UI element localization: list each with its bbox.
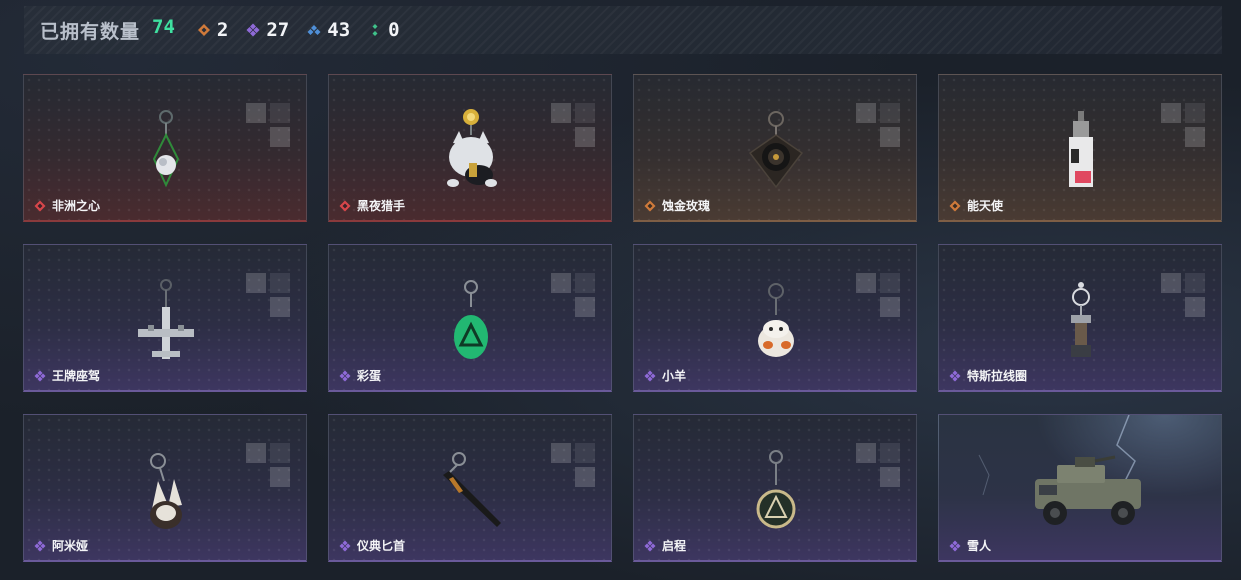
- item-name: 特斯拉线圈: [967, 369, 1028, 383]
- purple-rarity-icon: [644, 370, 656, 381]
- stat-green-count: 0: [388, 19, 400, 41]
- red-rarity-icon: [34, 200, 46, 211]
- item-name: 彩蛋: [357, 369, 382, 383]
- stat-orange: 2: [197, 19, 228, 41]
- stat-blue-count: 43: [327, 19, 351, 41]
- item-card[interactable]: 特斯拉线圈: [938, 244, 1222, 392]
- stat-blue: 43: [307, 19, 350, 41]
- item-card[interactable]: 黑夜猎手: [328, 74, 612, 222]
- orange-rarity-icon: [949, 200, 961, 211]
- item-name: 仪典匕首: [357, 539, 406, 553]
- purple-rarity-icon: [34, 370, 46, 381]
- item-name: 非洲之心: [52, 199, 101, 213]
- purple-diamond-icon: [246, 23, 260, 37]
- orange-diamond-icon: [197, 24, 210, 36]
- stat-purple: 27: [246, 19, 289, 41]
- item-card[interactable]: 能天使: [938, 74, 1222, 222]
- green-diamond-icon: [372, 24, 378, 36]
- item-grid: 非洲之心 黑夜猎手 蚀金玫瑰 能天使 王牌座驾 彩蛋 小羊 特斯拉线圈 阿米娅 …: [23, 74, 1223, 564]
- collection-summary-bar: 已拥有数量 74 2 27 43 0: [24, 6, 1222, 54]
- item-card[interactable]: 启程: [633, 414, 917, 562]
- stat-green: 0: [368, 19, 400, 41]
- purple-rarity-icon: [339, 370, 351, 381]
- collection-panel: 已拥有数量 74 2 27 43 0 非洲之心 黑夜猎手 蚀金玫瑰 能天使 王牌…: [0, 0, 1241, 580]
- owned-label: 已拥有数量: [40, 21, 141, 43]
- orange-rarity-icon: [644, 200, 656, 211]
- item-card[interactable]: 阿米娅: [23, 414, 307, 562]
- purple-rarity-icon: [34, 540, 46, 551]
- item-card[interactable]: 雪人: [938, 414, 1222, 562]
- item-name: 小羊: [662, 369, 687, 383]
- item-card[interactable]: 蚀金玫瑰: [633, 74, 917, 222]
- owned-count: 74: [152, 16, 175, 38]
- blue-diamond-icon: [307, 25, 321, 35]
- purple-rarity-icon: [949, 370, 961, 381]
- purple-rarity-icon: [644, 540, 656, 551]
- item-card[interactable]: 小羊: [633, 244, 917, 392]
- item-name: 黑夜猎手: [357, 199, 406, 213]
- item-name: 蚀金玫瑰: [662, 199, 711, 213]
- stat-purple-count: 27: [266, 19, 290, 41]
- purple-rarity-icon: [949, 540, 961, 551]
- item-name: 能天使: [967, 199, 1004, 213]
- item-card[interactable]: 仪典匕首: [328, 414, 612, 562]
- item-name: 王牌座驾: [52, 369, 101, 383]
- purple-rarity-icon: [339, 540, 351, 551]
- item-card[interactable]: 王牌座驾: [23, 244, 307, 392]
- red-rarity-icon: [339, 200, 351, 211]
- item-card[interactable]: 非洲之心: [23, 74, 307, 222]
- item-name: 启程: [662, 539, 687, 553]
- item-name: 雪人: [967, 539, 992, 553]
- stat-orange-count: 2: [216, 19, 229, 41]
- item-card[interactable]: 彩蛋: [328, 244, 612, 392]
- item-name: 阿米娅: [52, 539, 89, 553]
